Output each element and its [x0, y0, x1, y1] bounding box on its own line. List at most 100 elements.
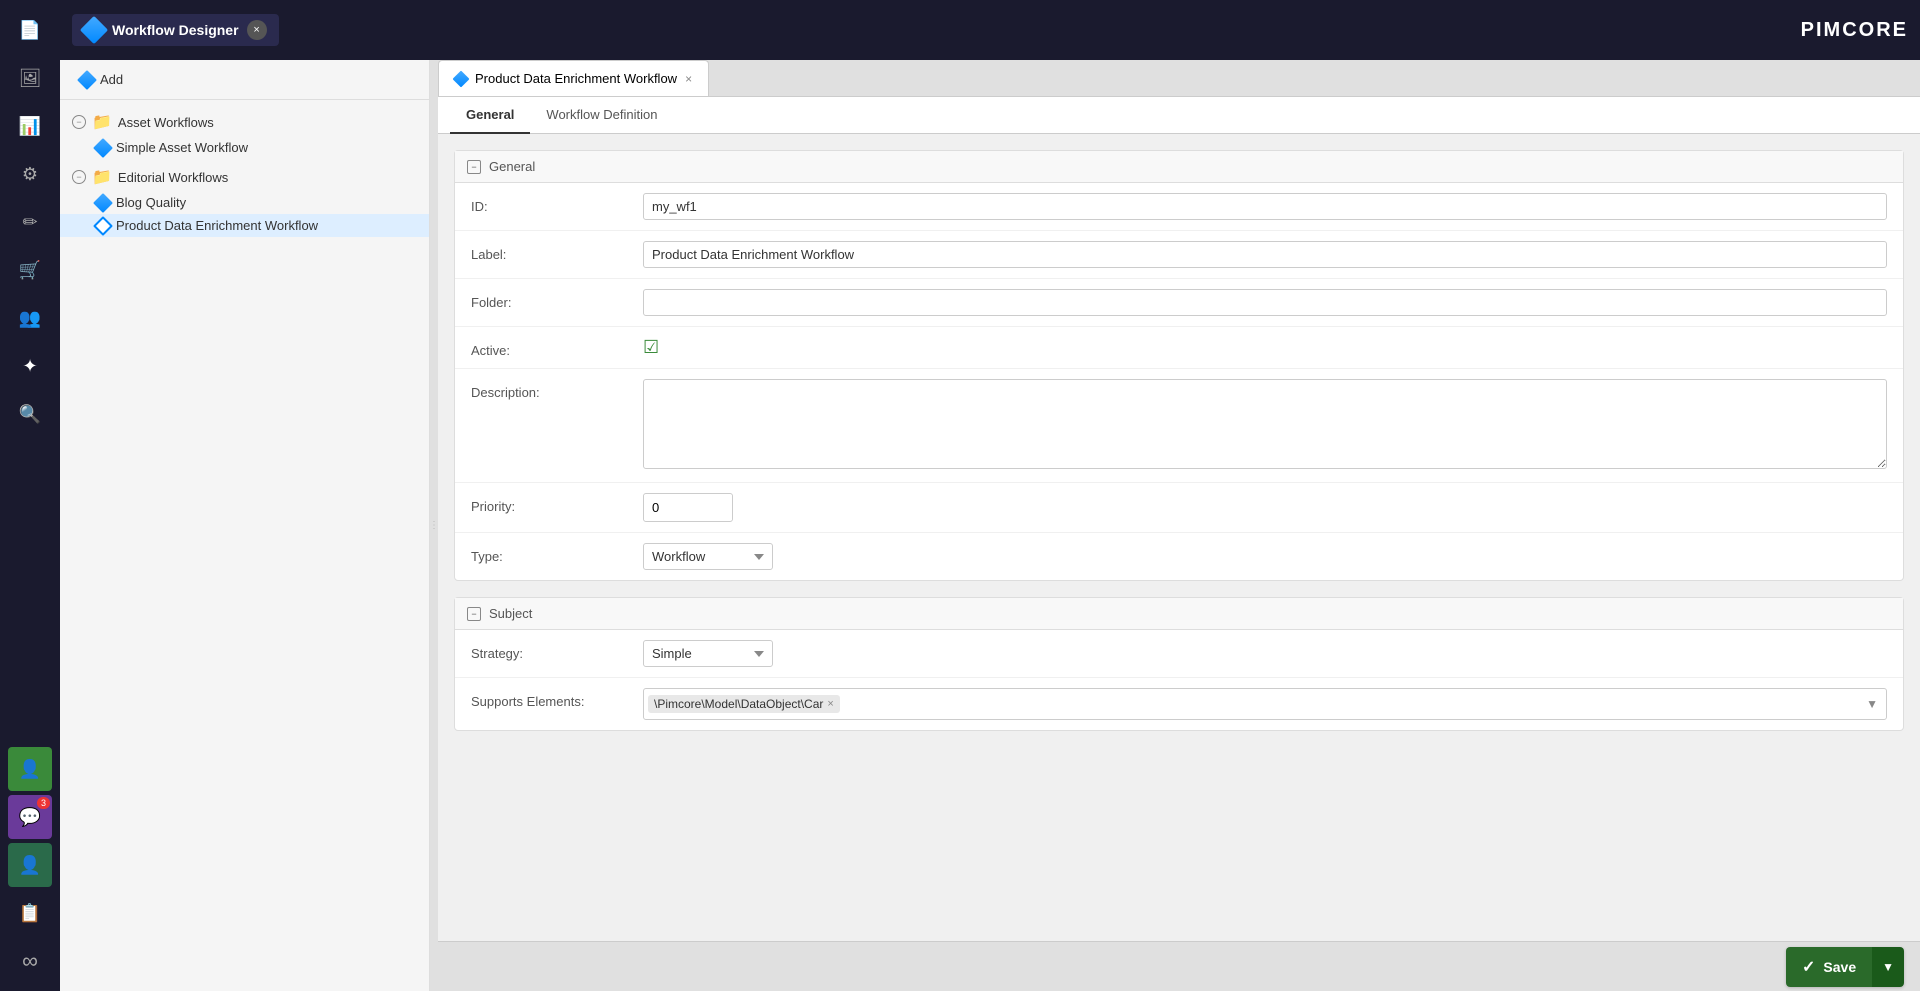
tag-car-remove[interactable]: ×: [827, 698, 833, 710]
save-label: Save: [1823, 959, 1856, 975]
description-control: [643, 379, 1887, 472]
type-row: Type: Workflow StateMachine: [455, 533, 1903, 580]
asset-icon: 🖼: [19, 68, 42, 89]
tab-general-label: General: [466, 107, 514, 122]
sidebar-item-infinity[interactable]: ∞: [8, 939, 52, 983]
editorial-folder-icon: 📁: [92, 167, 112, 187]
infinity-icon: ∞: [22, 948, 38, 974]
subject-section-title: Subject: [489, 606, 532, 621]
tab-workflow-definition[interactable]: Workflow Definition: [530, 97, 673, 134]
bottom-bar: ✓ Save ▼: [438, 941, 1920, 991]
tab-close-button[interactable]: ×: [685, 72, 692, 86]
tree-item-simple-asset[interactable]: Simple Asset Workflow: [60, 136, 429, 159]
chart-icon: 📊: [19, 116, 41, 137]
editorial-group-label: Editorial Workflows: [118, 170, 228, 185]
general-section: − General ID: Label:: [454, 150, 1904, 581]
strategy-control: Simple Expression: [643, 640, 1887, 667]
tree-panel: Add − 📁 Asset Workflows Simple Asset Wor…: [60, 60, 430, 991]
sidebar-item-document[interactable]: 📄: [8, 8, 52, 52]
label-input[interactable]: [643, 241, 1887, 268]
supports-label: Supports Elements:: [471, 688, 631, 709]
blog-quality-label: Blog Quality: [116, 195, 186, 210]
add-button[interactable]: Add: [72, 68, 131, 91]
sidebar-item-search[interactable]: 🔍: [8, 392, 52, 436]
tab-general[interactable]: General: [450, 97, 530, 134]
tag-car-label: \Pimcore\Model\DataObject\Car: [654, 697, 823, 711]
label-control: [643, 241, 1887, 268]
sidebar-item-edit[interactable]: ✏: [8, 200, 52, 244]
sidebar-item-asset[interactable]: 🖼: [8, 56, 52, 100]
sidebar-item-chart[interactable]: 📊: [8, 104, 52, 148]
search-icon: 🔍: [19, 404, 41, 425]
subject-section: − Subject Strategy: Simple Expression: [454, 597, 1904, 731]
editorial-collapse-btn[interactable]: −: [72, 170, 86, 184]
active-checkbox[interactable]: ☑: [643, 337, 659, 357]
tab-bar: Product Data Enrichment Workflow ×: [438, 60, 1920, 97]
save-dropdown-button[interactable]: ▼: [1872, 947, 1904, 987]
person-icon: 👤: [19, 759, 41, 780]
general-section-header: − General: [455, 151, 1903, 183]
sidebar-item-person[interactable]: 👤: [8, 747, 52, 791]
tag-car: \Pimcore\Model\DataObject\Car ×: [648, 695, 840, 713]
tree-item-blog-quality[interactable]: Blog Quality: [60, 191, 429, 214]
settings-icon: ⚙: [22, 164, 38, 185]
tree-group-editorial: − 📁 Editorial Workflows Blog Quality Pro…: [60, 163, 429, 237]
tree-content: − 📁 Asset Workflows Simple Asset Workflo…: [60, 100, 429, 991]
resize-handle[interactable]: ⋮: [430, 60, 438, 991]
tab-product-data[interactable]: Product Data Enrichment Workflow ×: [438, 60, 709, 96]
sidebar-item-cart[interactable]: 🛒: [8, 248, 52, 292]
simple-asset-label: Simple Asset Workflow: [116, 140, 248, 155]
active-label: Active:: [471, 337, 631, 358]
description-input[interactable]: [643, 379, 1887, 469]
id-input[interactable]: [643, 193, 1887, 220]
id-row: ID:: [455, 183, 1903, 231]
sidebar-item-forms[interactable]: 📋: [8, 891, 52, 935]
tree-toolbar: Add: [60, 60, 429, 100]
app-close-button[interactable]: ×: [247, 20, 267, 40]
sidebar-bottom: 👤 💬 3 👤 📋 ∞: [8, 747, 52, 991]
sidebar-item-workflow[interactable]: ✦: [8, 344, 52, 388]
strategy-select[interactable]: Simple Expression: [643, 640, 773, 667]
type-select[interactable]: Workflow StateMachine: [643, 543, 773, 570]
priority-input-wrap: ▲ ▼: [643, 493, 733, 522]
supports-tags-input[interactable]: \Pimcore\Model\DataObject\Car × ▼: [643, 688, 1887, 720]
asset-folder-icon: 📁: [92, 112, 112, 132]
user-icon: 👤: [19, 855, 41, 876]
sidebar-item-chat[interactable]: 💬 3: [8, 795, 52, 839]
subject-collapse-btn[interactable]: −: [467, 607, 481, 621]
tree-group-asset-header[interactable]: − 📁 Asset Workflows: [60, 108, 429, 136]
asset-collapse-btn[interactable]: −: [72, 115, 86, 129]
save-button[interactable]: ✓ Save: [1786, 947, 1872, 987]
label-label: Label:: [471, 241, 631, 262]
main-area: Workflow Designer × PIMCORE Add − 📁 Ass: [60, 0, 1920, 991]
tags-dropdown-btn[interactable]: ▼: [1862, 695, 1882, 713]
users-icon: 👥: [19, 308, 41, 329]
save-checkmark-icon: ✓: [1802, 957, 1815, 977]
priority-label: Priority:: [471, 493, 631, 514]
asset-group-label: Asset Workflows: [118, 115, 214, 130]
content-row: Add − 📁 Asset Workflows Simple Asset Wor…: [60, 60, 1920, 991]
tree-item-product-data[interactable]: Product Data Enrichment Workflow: [60, 214, 429, 237]
sidebar-item-users[interactable]: 👥: [8, 296, 52, 340]
sidebar-item-user[interactable]: 👤: [8, 843, 52, 887]
sidebar-item-settings[interactable]: ⚙: [8, 152, 52, 196]
form-area: − General ID: Label:: [438, 134, 1920, 941]
description-label: Description:: [471, 379, 631, 400]
tab-diamond-icon: [453, 70, 470, 87]
type-control: Workflow StateMachine: [643, 543, 1887, 570]
strategy-row: Strategy: Simple Expression: [455, 630, 1903, 678]
app-title-bar: Workflow Designer ×: [72, 14, 279, 46]
priority-input[interactable]: [644, 495, 733, 520]
top-bar: Workflow Designer × PIMCORE: [60, 0, 1920, 60]
product-data-icon: [93, 216, 113, 236]
tree-group-editorial-header[interactable]: − 📁 Editorial Workflows: [60, 163, 429, 191]
tab-workflow-definition-label: Workflow Definition: [546, 107, 657, 122]
priority-control: ▲ ▼: [643, 493, 1887, 522]
general-collapse-btn[interactable]: −: [467, 160, 481, 174]
folder-row: Folder:: [455, 279, 1903, 327]
folder-input[interactable]: [643, 289, 1887, 316]
supports-control: \Pimcore\Model\DataObject\Car × ▼: [643, 688, 1887, 720]
tab-label: Product Data Enrichment Workflow: [475, 71, 677, 86]
active-control: ☑: [643, 337, 1887, 358]
pimcore-logo: PIMCORE: [1801, 19, 1908, 42]
